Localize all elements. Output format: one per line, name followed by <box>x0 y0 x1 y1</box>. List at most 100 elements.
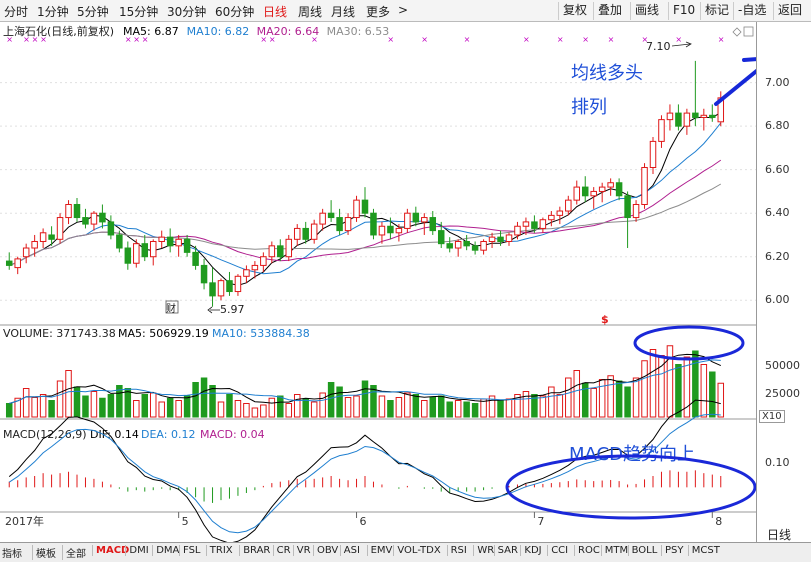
indicator-tab-brar[interactable]: BRAR <box>239 545 270 556</box>
indicator-tab-roc[interactable]: ROC <box>574 545 600 556</box>
f10-button[interactable]: F10 <box>668 2 700 20</box>
restore-rights-button[interactable]: 复权 <box>558 2 592 20</box>
event-x-mark: × <box>40 35 47 44</box>
more-arrow-icon[interactable]: > <box>398 3 408 17</box>
volume-bar <box>209 385 216 418</box>
candle-body <box>209 282 216 297</box>
volume-bar <box>446 401 453 418</box>
candle-body <box>90 212 98 225</box>
indicator-tab-wr[interactable]: WR <box>473 545 494 556</box>
candle-body <box>277 245 284 258</box>
volume-tick-50000: 50000 <box>765 359 800 372</box>
volume-bar <box>90 391 98 418</box>
candle-body <box>82 217 89 225</box>
stock-chart[interactable]: 上海石化(日线,前复权) MA5: 6.87 MA10: 6.82 MA20: 6.… <box>0 22 756 542</box>
period-daily[interactable]: 日线 <box>263 3 287 20</box>
volume-bar <box>226 394 233 418</box>
volume-bar <box>192 382 199 418</box>
overlay-button[interactable]: 叠加 <box>593 2 627 20</box>
volume-bar <box>378 395 386 418</box>
indicator-tab-trix[interactable]: TRIX <box>205 545 233 556</box>
candle-body <box>488 236 496 242</box>
candle-body <box>581 186 589 197</box>
candle-body <box>268 245 276 258</box>
candle-body <box>39 232 47 242</box>
diamond-icon[interactable] <box>732 27 742 37</box>
macd-highlight-circle <box>505 454 756 520</box>
volume-bar <box>200 377 208 418</box>
indicator-tab-cci[interactable]: CCI <box>547 545 568 556</box>
indicator-tab-emv[interactable]: EMV <box>366 545 392 556</box>
mark-button[interactable]: 标记 <box>700 2 734 20</box>
period-60min[interactable]: 60分钟 <box>215 3 254 20</box>
indicator-tab-模板[interactable]: 模板 <box>32 545 56 560</box>
indicator-tab-cr[interactable]: CR <box>272 545 291 556</box>
price-tick-label: 7.00 <box>765 75 790 89</box>
candle-body <box>243 269 250 277</box>
period-15min[interactable]: 15分钟 <box>119 3 158 20</box>
back-button[interactable]: 返回 <box>773 2 807 20</box>
volume-bar <box>556 394 564 418</box>
indicator-tab-mcst[interactable]: MCST <box>687 545 720 556</box>
candle-body <box>260 256 267 266</box>
period-more[interactable]: 更多 <box>366 3 390 20</box>
candle-body <box>573 186 581 201</box>
candle-body <box>514 225 521 236</box>
indicator-tab-dma[interactable]: DMA <box>152 545 179 556</box>
indicator-tab-vr[interactable]: VR <box>292 545 311 556</box>
indicator-tab-rsi[interactable]: RSI <box>446 545 467 556</box>
volume-bar <box>573 370 581 418</box>
candle-body <box>48 234 55 240</box>
candle-body <box>56 217 64 240</box>
indicator-tab-asi[interactable]: ASI <box>339 545 360 556</box>
draw-line-button[interactable]: 画线 <box>630 2 664 20</box>
volume-bar <box>522 391 530 418</box>
period-weekly[interactable]: 周线 <box>298 3 322 20</box>
candle-body <box>412 212 420 223</box>
indicator-tab-bar: 指标 模板 全部 MACD DMI DMA FSL TRIX BRAR CR VR OBV ASI EMV… <box>0 542 811 562</box>
candle-body <box>421 217 428 223</box>
date-axis: 2017年 5 6 7 8 <box>5 512 722 528</box>
candle-body <box>641 167 648 205</box>
indicator-tab-vol-tdx[interactable]: VOL-TDX <box>393 545 441 556</box>
indicator-tab-sar[interactable]: SAR <box>493 545 518 556</box>
volume-unit-box: X10 <box>759 410 785 423</box>
indicator-tab-dmi[interactable]: DMI <box>125 545 149 556</box>
period-5min[interactable]: 5分钟 <box>77 3 109 20</box>
indicator-tab-mtm[interactable]: MTM <box>600 545 628 556</box>
date-label: 8 <box>715 515 722 528</box>
indicator-tab-指标[interactable]: 指标 <box>2 545 22 560</box>
volume-bar <box>293 394 301 418</box>
volume-bar <box>421 400 428 418</box>
volume-bar <box>607 375 614 418</box>
indicator-tab-macd[interactable]: MACD <box>92 545 129 556</box>
period-30min[interactable]: 30分钟 <box>167 3 206 20</box>
period-fenshi[interactable]: 分时 <box>4 3 28 20</box>
indicator-tab-obv[interactable]: OBV <box>313 545 338 556</box>
volume-bar <box>548 386 555 418</box>
candle-body <box>709 114 716 118</box>
candle-body <box>22 247 30 258</box>
candle-body <box>624 195 631 219</box>
volume-bar <box>700 364 708 418</box>
volume-bar <box>82 395 89 418</box>
financial-report-mark[interactable]: 财 <box>166 302 176 315</box>
indicator-tab-全部[interactable]: 全部 <box>62 545 86 560</box>
remove-favorite-button[interactable]: -自选 <box>733 2 771 20</box>
event-x-mark: × <box>32 35 39 44</box>
indicator-tab-boll[interactable]: BOLL <box>627 545 657 556</box>
candle-body <box>124 247 132 264</box>
volume-bar <box>133 400 140 418</box>
square-icon[interactable] <box>743 26 754 37</box>
indicator-tab-fsl[interactable]: FSL <box>179 545 201 556</box>
volume-label: VOLUME: 371743.38 <box>3 327 116 340</box>
period-1min[interactable]: 1分钟 <box>37 3 69 20</box>
volume-bar <box>404 392 411 418</box>
candle-body <box>217 280 225 297</box>
dividend-mark[interactable]: $ <box>601 313 609 326</box>
period-monthly[interactable]: 月线 <box>331 3 355 20</box>
date-label: 2017年 <box>5 514 44 528</box>
candle-body <box>310 223 318 240</box>
indicator-tab-kdj[interactable]: KDJ <box>520 545 542 556</box>
indicator-tab-psy[interactable]: PSY <box>661 545 684 556</box>
